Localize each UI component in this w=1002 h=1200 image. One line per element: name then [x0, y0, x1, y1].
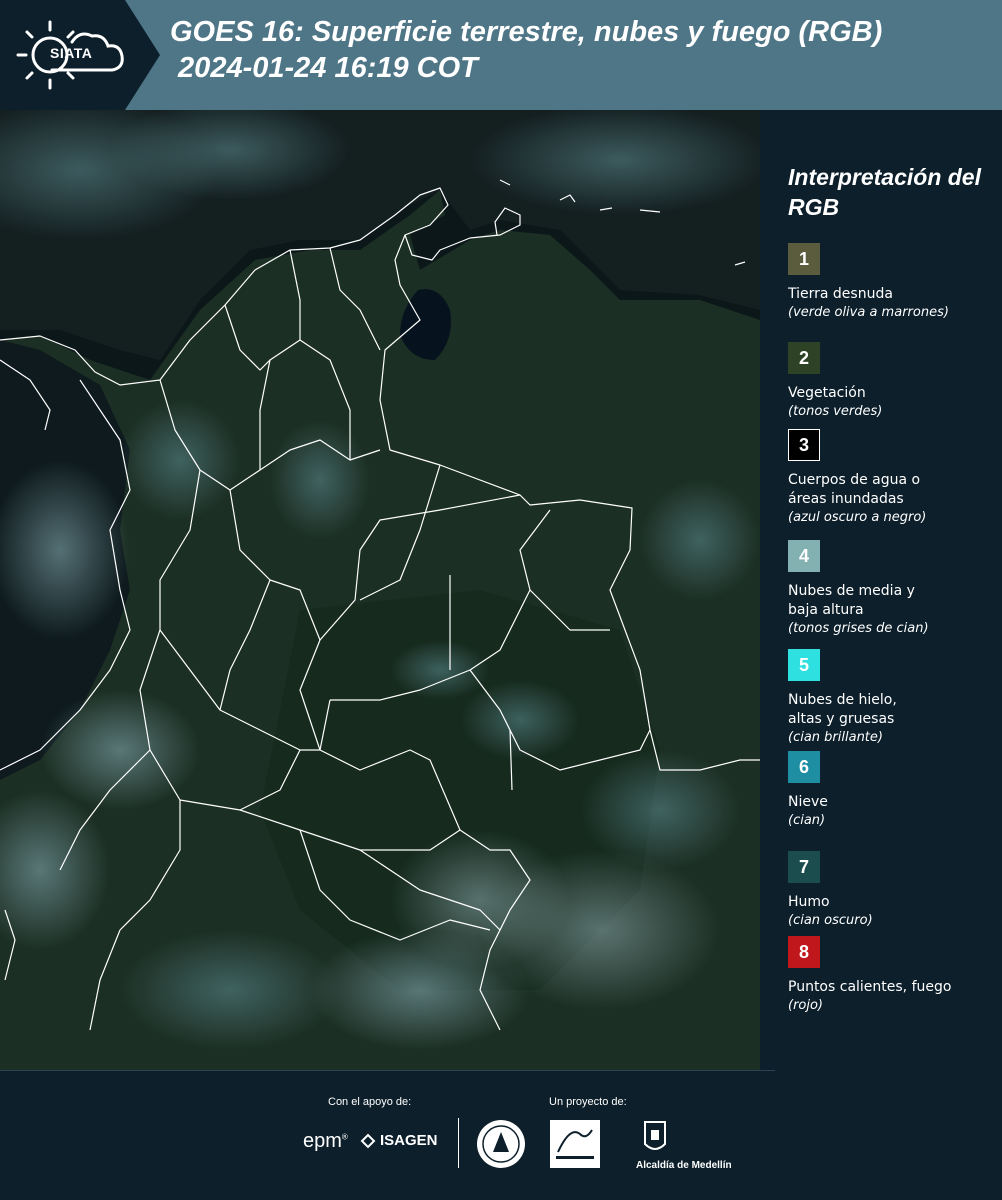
legend-swatch: 1 — [788, 243, 820, 275]
legend-swatch: 5 — [788, 649, 820, 681]
legend-item: 6 Nieve (cian) — [788, 751, 998, 830]
area-metropolitana-logo — [550, 1120, 600, 1168]
page-title: GOES 16: Superficie terrestre, nubes y f… — [170, 14, 882, 86]
isagen-logo: ISAGEN — [360, 1132, 438, 1149]
legend-title: Interpretación del RGB — [788, 164, 981, 220]
medellin-seal-icon — [477, 1120, 525, 1168]
legend-swatch: 2 — [788, 342, 820, 374]
legend-sublabel: (cian) — [788, 813, 826, 828]
legend-swatch: 7 — [788, 851, 820, 883]
legend-label: Cuerpos de agua o áreas inundadas — [788, 472, 921, 507]
legend-panel: Interpretación del RGB 1 Tierra desnuda (v… — [760, 110, 1002, 1070]
legend-item: 8 Puntos calientes, fuego (rojo) — [788, 936, 998, 1015]
timestamp: 2024-01-24 16:19 COT — [170, 52, 478, 84]
legend-label: Nubes de hielo, altas y gruesas — [788, 692, 897, 727]
isagen-icon — [360, 1133, 376, 1148]
alcaldia-text: Alcaldía de Medellín — [636, 1160, 732, 1171]
support-label: Con el apoyo de: — [328, 1096, 412, 1108]
legend-item: 7 Humo (cian oscuro) — [788, 851, 998, 930]
footer: Con el apoyo de: Un proyecto de: epm® IS… — [0, 1070, 1002, 1200]
legend-item: 2 Vegetación (tonos verdes) — [788, 342, 998, 421]
legend-label: Tierra desnuda — [788, 286, 893, 302]
legend-sublabel: (tonos verdes) — [788, 404, 883, 419]
isagen-text: ISAGEN — [380, 1132, 438, 1149]
legend-sublabel: (azul oscuro a negro) — [788, 510, 927, 525]
legend-item: 1 Tierra desnuda (verde oliva a marrones) — [788, 243, 998, 322]
legend-sublabel: (rojo) — [788, 998, 824, 1013]
header: SIATA GOES 16: Superficie terrestre, nub… — [0, 0, 1002, 110]
legend-sublabel: (cian oscuro) — [788, 913, 873, 928]
legend-swatch: 8 — [788, 936, 820, 968]
legend-sublabel: (verde oliva a marrones) — [788, 305, 949, 320]
footer-separator — [0, 1070, 775, 1071]
legend-label: Nubes de media y baja altura — [788, 583, 915, 618]
legend-item: 5 Nubes de hielo, altas y gruesas (cian br… — [788, 649, 998, 747]
legend-swatch: 6 — [788, 751, 820, 783]
legend-sublabel: (cian brillante) — [788, 730, 883, 745]
title-text: GOES 16: Superficie terrestre, nubes y f… — [170, 16, 883, 48]
map-svg — [0, 110, 760, 1070]
legend-item: 3 Cuerpos de agua o áreas inundadas (azul … — [788, 429, 998, 527]
satellite-map — [0, 110, 760, 1070]
legend-swatch: 4 — [788, 540, 820, 572]
epm-text: epm — [303, 1130, 342, 1152]
legend-swatch: 3 — [788, 429, 820, 461]
logo-text: SIATA — [50, 45, 93, 61]
footer-divider — [458, 1118, 459, 1168]
legend-label: Nieve — [788, 794, 828, 810]
alcaldia-shield-icon — [644, 1121, 666, 1150]
legend-sublabel: (tonos grises de cian) — [788, 621, 929, 636]
legend-item: 4 Nubes de media y baja altura (tonos gris… — [788, 540, 998, 638]
legend-label: Vegetación — [788, 385, 866, 401]
project-label: Un proyecto de: — [549, 1096, 627, 1108]
epm-logo: epm® — [303, 1130, 348, 1152]
legend-label: Humo — [788, 894, 830, 910]
legend-label: Puntos calientes, fuego — [788, 979, 952, 995]
